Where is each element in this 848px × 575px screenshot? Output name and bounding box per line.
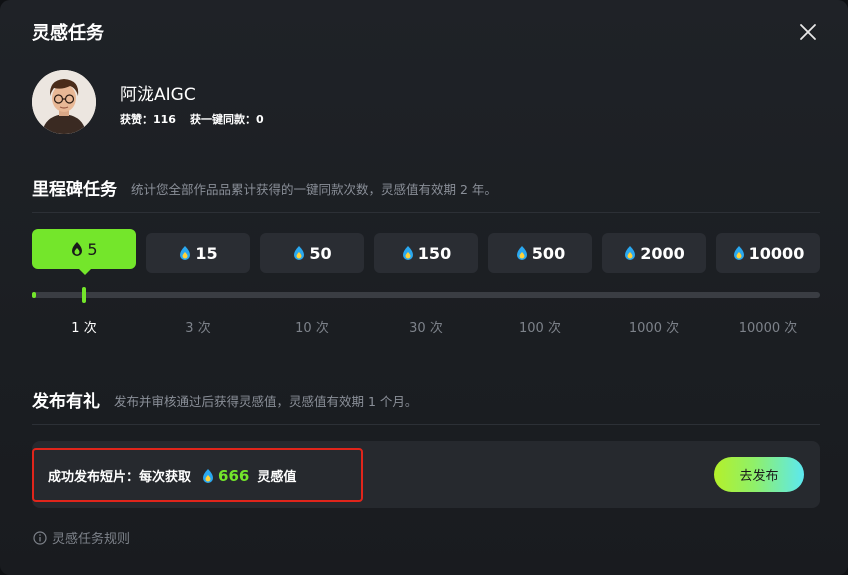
tier-value: 150 <box>417 243 452 263</box>
flame-drop-icon <box>294 246 305 260</box>
tier-count: 1 次 <box>71 321 97 336</box>
progress-track <box>32 292 820 298</box>
rules-link[interactable]: 灵感任务规则 <box>33 528 130 547</box>
avatar <box>32 70 96 134</box>
milestone-tier[interactable]: 15 <box>146 233 250 273</box>
flame-drop-icon <box>180 246 191 260</box>
likes-count: 获赞：116 <box>120 113 176 126</box>
flame-drop-icon <box>733 246 744 260</box>
divider <box>32 212 820 213</box>
tier-count: 10000 次 <box>738 321 798 336</box>
milestone-tier[interactable]: 150 <box>374 233 478 273</box>
progress-fill <box>32 292 36 298</box>
tier-count: 10 次 <box>295 321 329 336</box>
reward-amount: 666 <box>218 466 250 485</box>
tier-value: 50 <box>309 243 332 263</box>
flame-drop-icon <box>516 246 527 260</box>
tier-value: 10000 <box>748 243 805 263</box>
milestone-tier[interactable]: 10000 <box>716 233 820 273</box>
inspiration-task-dialog: 灵感任务 阿泷AIGC 获赞：116 获一键同款：0 里程碑任务 统计您全部作品品… <box>0 0 848 575</box>
tier-value: 2000 <box>640 243 685 263</box>
go-publish-button[interactable]: 去发布 <box>714 457 804 492</box>
flame-drop-icon <box>625 246 636 260</box>
tier-count: 30 次 <box>409 321 443 336</box>
user-stats: 获赞：116 获一键同款：0 <box>120 111 278 127</box>
tier-value: 500 <box>531 243 566 263</box>
reward-text: 成功发布短片：每次获取 666 灵感值 <box>48 466 297 486</box>
divider <box>32 424 820 425</box>
tier-value: 15 <box>195 243 218 263</box>
milestone-desc: 统计您全部作品品累计获得的一键同款次数，灵感值有效期 2 年。 <box>131 182 497 197</box>
progress-marker <box>82 287 86 303</box>
flame-icon <box>72 242 83 256</box>
milestone-tier[interactable]: 500 <box>488 233 592 273</box>
milestone-tier[interactable]: 2000 <box>602 233 706 273</box>
user-name: 阿泷AIGC <box>120 85 196 105</box>
publish-title: 发布有礼 <box>32 392 100 412</box>
copies-count: 获一键同款：0 <box>189 113 264 126</box>
info-circle-icon <box>33 530 47 545</box>
tier-count: 1000 次 <box>628 321 680 336</box>
dialog-title: 灵感任务 <box>32 23 104 44</box>
close-icon[interactable] <box>798 22 818 42</box>
publish-desc: 发布并审核通过后获得灵感值，灵感值有效期 1 个月。 <box>114 394 418 409</box>
rules-label: 灵感任务规则 <box>52 532 131 547</box>
reward-suffix: 灵感值 <box>257 470 297 485</box>
flame-drop-icon <box>203 468 214 483</box>
milestone-title: 里程碑任务 <box>32 180 117 200</box>
active-tier-pointer <box>78 268 92 275</box>
milestone-tier[interactable]: 50 <box>260 233 364 273</box>
flame-drop-icon <box>402 246 413 260</box>
milestone-tier[interactable]: 5 <box>32 229 136 269</box>
tier-value: 5 <box>87 239 98 259</box>
reward-prefix: 成功发布短片：每次获取 <box>48 470 192 485</box>
tier-count: 3 次 <box>185 321 211 336</box>
tier-count: 100 次 <box>519 321 561 336</box>
